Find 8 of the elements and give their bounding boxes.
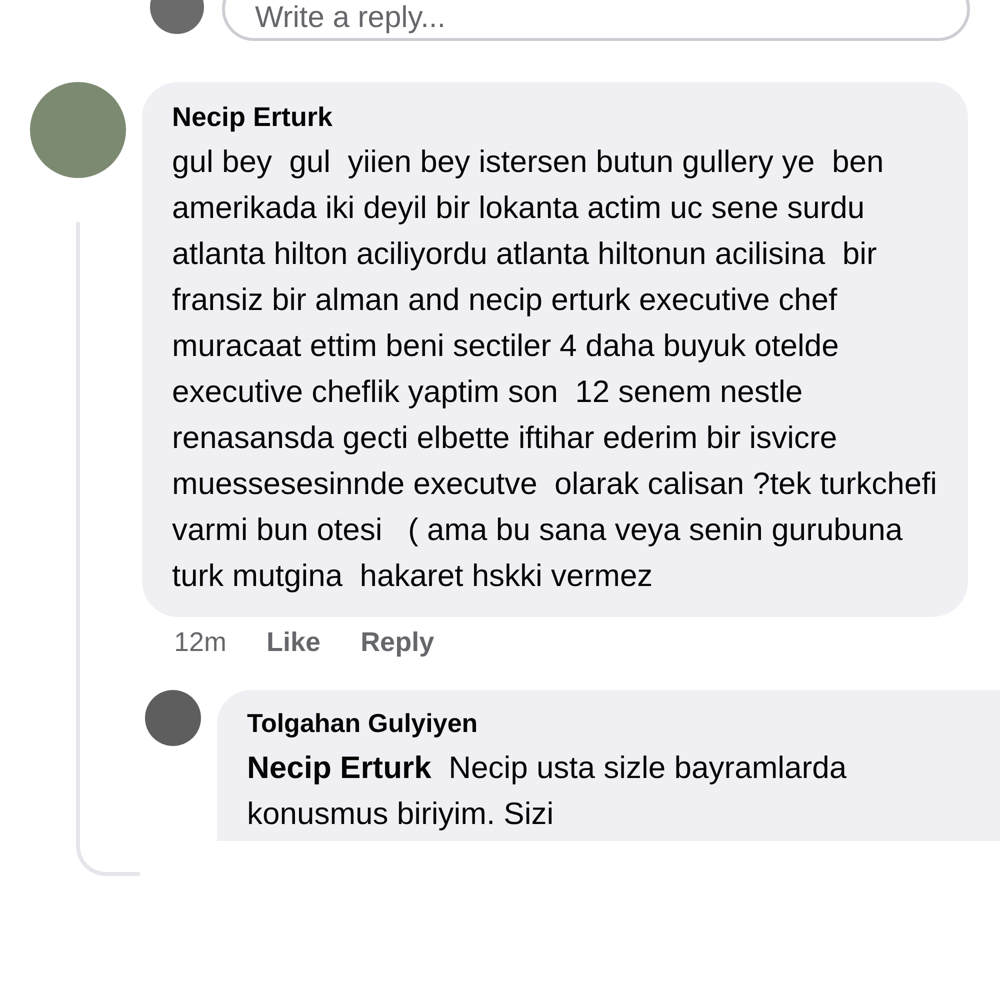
reply-input-field[interactable]: Write a reply... xyxy=(222,0,970,41)
comment-text: gul bey gul yiien bey istersen butun gullery ye ben amerikada iki deyil bir lokanta actim uc sene surdu atlanta hilton aciliyordu atlanta hiltonun acilisina bir fransiz bir alman and necip erturk executive chef muracaat ettim beni sectiler 4 daha buyuk otelde executive cheflik yaptim son 12 senem nestle renasansda gecti elbette iftihar ederim bir isvicre muessesesinnde executve olarak calisan ?tek turkchefi varmi bun otesi ( ama bu sana veya senin gurubuna turk mutgina hakaret hskki vermez xyxy=(172,143,938,595)
comment-time: 12m xyxy=(174,627,227,658)
reply-text: Necip Erturk Necip usta sizle bayramlarda konusmus biriyim. Sizi xyxy=(247,749,848,833)
author-name: Necip Erturk xyxy=(172,102,334,133)
comment-action-link[interactable]: Reply xyxy=(360,627,434,658)
author-name: Tolgahan Gulyiyen xyxy=(247,708,479,739)
comment-action-link[interactable]: Like xyxy=(266,627,321,658)
